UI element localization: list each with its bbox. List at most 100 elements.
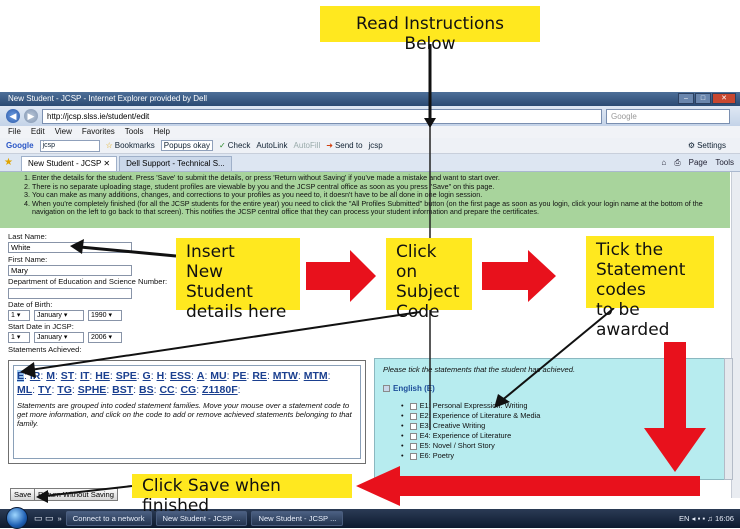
statement-checkbox[interactable]	[409, 432, 417, 440]
start-month-select[interactable]: January ▾	[34, 332, 84, 343]
statement-item[interactable]: E5: Novel / Short Story	[401, 441, 717, 451]
close-button[interactable]: ✕	[712, 93, 736, 104]
start-year-select[interactable]: 2006 ▾	[88, 332, 122, 343]
subject-code-pe[interactable]: PE	[232, 370, 246, 382]
start-day-select[interactable]: 1 ▾	[8, 332, 30, 343]
statement-label: E6: Poetry	[419, 451, 455, 460]
tab-new-student[interactable]: New Student - JCSP ✕	[20, 156, 118, 171]
statement-checkbox[interactable]	[409, 402, 417, 410]
statement-item[interactable]: E2: Experience of Literature & Media	[401, 411, 717, 421]
minimize-button[interactable]: –	[678, 93, 694, 104]
popups-button[interactable]: Popups okay	[160, 140, 214, 151]
statement-item[interactable]: E4: Experience of Literature	[401, 431, 717, 441]
spellcheck-icon: ✓	[219, 141, 226, 150]
check-button[interactable]: ✓ Check	[219, 141, 250, 150]
statement-family-english[interactable]: English (E)	[383, 384, 717, 393]
jcsp-button[interactable]: jcsp	[369, 141, 383, 150]
forward-icon[interactable]: ▶	[24, 109, 38, 123]
red-arrow-right-1	[306, 250, 376, 302]
menu-file[interactable]: File	[8, 126, 21, 138]
gear-icon: ⚙	[687, 141, 696, 150]
statement-checkbox[interactable]	[409, 442, 417, 450]
search-input[interactable]: Google	[606, 108, 730, 124]
subject-code-st[interactable]: ST	[61, 370, 74, 382]
autofill-button[interactable]: AutoFill	[294, 141, 321, 150]
google-toolbar: Google jcsp ☆ Bookmarks Popups okay ✓ Chec…	[0, 138, 740, 154]
read-instructions-callout: Read Instructions Below	[320, 6, 540, 54]
dob-year-select[interactable]: 1990 ▾	[88, 310, 122, 321]
menu-tools[interactable]: Tools	[125, 126, 144, 138]
statement-item[interactable]: E1: Personal Expression: Writing	[401, 401, 717, 411]
tab-dell-support[interactable]: Dell Support - Technical S...	[119, 156, 232, 171]
statement-item[interactable]: E6: Poetry	[401, 451, 717, 461]
tools-menu[interactable]: Tools	[715, 158, 734, 168]
url-input[interactable]: http://jcsp.slss.ie/student/edit	[42, 108, 602, 124]
subject-code-e[interactable]: E	[17, 370, 25, 382]
red-arrow-right-2	[482, 250, 556, 302]
subject-code-he[interactable]: HE	[95, 370, 110, 382]
menu-view[interactable]: View	[55, 126, 72, 138]
statement-item[interactable]: E3: Creative Writing	[401, 421, 717, 431]
more-icon[interactable]: »	[58, 514, 62, 523]
subject-code-g[interactable]: G	[143, 370, 151, 382]
favorites-star-icon[interactable]: ★	[4, 157, 13, 168]
tab-tools: ⌂ ⎙ Page Tools	[661, 158, 740, 168]
google-search-input[interactable]: jcsp	[39, 139, 100, 152]
page-menu[interactable]: Page	[689, 158, 708, 168]
settings-button[interactable]: ⚙ Settings	[688, 141, 726, 150]
subject-code-mtw[interactable]: MTW	[273, 370, 298, 382]
statements-scrollbar[interactable]	[724, 358, 733, 480]
subject-code-m[interactable]: M	[46, 370, 55, 382]
subject-code-z1180f[interactable]: Z1180F	[202, 384, 238, 396]
window-title: New Student - JCSP - Internet Explorer p…	[0, 92, 740, 106]
subject-code-tg[interactable]: TG	[57, 384, 72, 396]
subject-code-ml[interactable]: ML	[17, 384, 32, 396]
menu-edit[interactable]: Edit	[31, 126, 45, 138]
subject-code-mtm[interactable]: MTM	[304, 370, 328, 382]
subject-code-spe[interactable]: SPE	[116, 370, 137, 382]
statements-panel: Please tick the statements that the stud…	[374, 358, 726, 480]
maximize-button[interactable]: □	[695, 93, 711, 104]
start-date-label: Start Date in JCSP:	[8, 322, 74, 331]
dob-day-select[interactable]: 1 ▾	[8, 310, 30, 321]
subject-code-mu[interactable]: MU	[210, 370, 226, 382]
statement-checkbox[interactable]	[409, 452, 417, 460]
taskbar-item[interactable]: New Student - JCSP ...	[251, 511, 344, 526]
menu-favorites[interactable]: Favorites	[82, 126, 115, 138]
subject-code-it[interactable]: IT	[80, 370, 89, 382]
autolink-button[interactable]: AutoLink	[256, 141, 287, 150]
bookmarks-button[interactable]: ☆ Bookmarks	[106, 141, 155, 150]
first-name-field[interactable]: Mary	[8, 265, 132, 276]
codes-line-2: ML: TY: TG: SPHE: BST: BS: CC: CG: Z1180…	[17, 383, 357, 397]
return-without-saving-button[interactable]: Return Without Saving	[34, 488, 118, 501]
subject-code-bs[interactable]: BS	[139, 384, 154, 396]
subject-code-bst[interactable]: BST	[112, 384, 133, 396]
taskbar-item[interactable]: Connect to a network	[65, 511, 152, 526]
codes-line-1: E: IR: M: ST: IT: HE: SPE: G: H: ESS: A:…	[17, 369, 357, 383]
subject-code-ir[interactable]: IR	[30, 370, 41, 382]
address-bar: ◀ ▶ http://jcsp.slss.ie/student/edit Goo…	[0, 106, 740, 126]
subject-code-re[interactable]: RE	[252, 370, 267, 382]
family-checkbox[interactable]	[383, 385, 390, 392]
send-icon: ➜	[326, 141, 333, 150]
statement-checkbox[interactable]	[409, 412, 417, 420]
send-to-button[interactable]: ➜ Send to	[326, 141, 362, 150]
subject-code-cc[interactable]: CC	[159, 384, 174, 396]
back-icon[interactable]: ◀	[6, 109, 20, 123]
subject-code-sphe[interactable]: SPHE	[78, 384, 107, 396]
dept-number-field[interactable]	[8, 288, 132, 299]
subject-code-ess[interactable]: ESS	[170, 370, 191, 382]
show-desktop-icon[interactable]: ▭ ▭	[34, 513, 54, 524]
dob-month-select[interactable]: January ▾	[34, 310, 84, 321]
statement-checkbox[interactable]	[409, 422, 417, 430]
last-name-field[interactable]: White	[8, 242, 132, 253]
start-button[interactable]	[6, 507, 28, 529]
last-name-label: Last Name:	[8, 232, 47, 241]
subject-code-ty[interactable]: TY	[38, 384, 51, 396]
menu-help[interactable]: Help	[153, 126, 169, 138]
save-button[interactable]: Save	[10, 488, 36, 501]
subject-code-cg[interactable]: CG	[180, 384, 196, 396]
home-icon[interactable]: ⌂	[661, 158, 666, 168]
print-icon[interactable]: ⎙	[674, 158, 680, 168]
statement-list: E1: Personal Expression: WritingE2: Expe…	[383, 401, 717, 461]
